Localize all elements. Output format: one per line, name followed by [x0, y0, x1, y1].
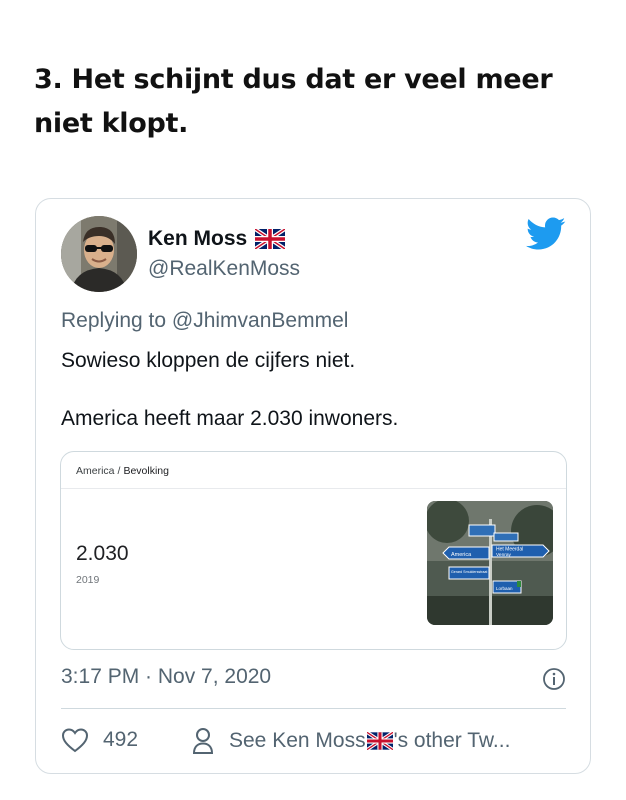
person-icon [192, 728, 214, 754]
like-button[interactable]: 492 [61, 727, 138, 753]
avatar[interactable] [61, 216, 137, 292]
replying-to[interactable]: Replying to @JhimvanBemmel [61, 309, 348, 333]
tweet-text-line-2: America heeft maar 2.030 inwoners. [61, 407, 399, 430]
see-other-tweets-text: See Ken Moss 's other Tw... [229, 729, 510, 753]
sign-label-gerard-smuldersstraat: Gerard Smuldersstraat [451, 570, 487, 574]
uk-flag-icon [255, 229, 286, 249]
profile-link-prefix: See Ken Moss [229, 729, 366, 752]
sign-label-lorbaan: Lorbaan [496, 586, 513, 591]
like-count: 492 [103, 728, 139, 751]
author-name-text: Ken Moss [148, 227, 248, 250]
road-sign-photo: America Het Meerdal Venray Gerard Smulde… [427, 501, 553, 625]
profile-link-suffix: 's other Tw... [393, 729, 511, 752]
headline-line-2: niet klopt. [34, 108, 189, 139]
author-handle[interactable]: @RealKenMoss [148, 257, 300, 281]
sign-label-het-meerdal: Het Meerdal [496, 547, 523, 553]
tweet-text-line-1: Sowieso kloppen de cijfers niet. [61, 349, 356, 372]
card-divider [61, 488, 566, 489]
link-preview-card[interactable]: America / Bevolking 2.030 2019 America Het… [60, 451, 567, 650]
heart-icon [61, 727, 89, 753]
sign-label-venray: Venray [496, 552, 512, 558]
breadcrumb-place: America [76, 465, 115, 477]
author-name[interactable]: Ken Moss [148, 227, 286, 251]
breadcrumb: America / Bevolking [76, 465, 169, 477]
sign-label-america: America [451, 552, 472, 558]
see-other-tweets-link[interactable]: See Ken Moss 's other Tw... [191, 727, 510, 755]
breadcrumb-separator: / [117, 465, 121, 477]
uk-flag-icon [366, 732, 393, 750]
action-divider [61, 708, 566, 709]
tweet-timestamp[interactable]: 3:17 PM · Nov 7, 2020 [61, 665, 271, 689]
breadcrumb-topic: Bevolking [123, 465, 169, 477]
page-headline: 3. Het schijnt dus dat er veel meer niet… [34, 58, 594, 146]
info-icon[interactable] [542, 667, 566, 691]
embedded-tweet[interactable]: Ken Moss @RealKenMoss Replying to @Jhimv… [35, 198, 591, 774]
headline-line-1: 3. Het schijnt dus dat er veel meer [34, 64, 553, 95]
twitter-bird-icon[interactable] [526, 217, 566, 251]
population-value: 2.030 [76, 542, 129, 565]
population-year: 2019 [76, 574, 100, 586]
